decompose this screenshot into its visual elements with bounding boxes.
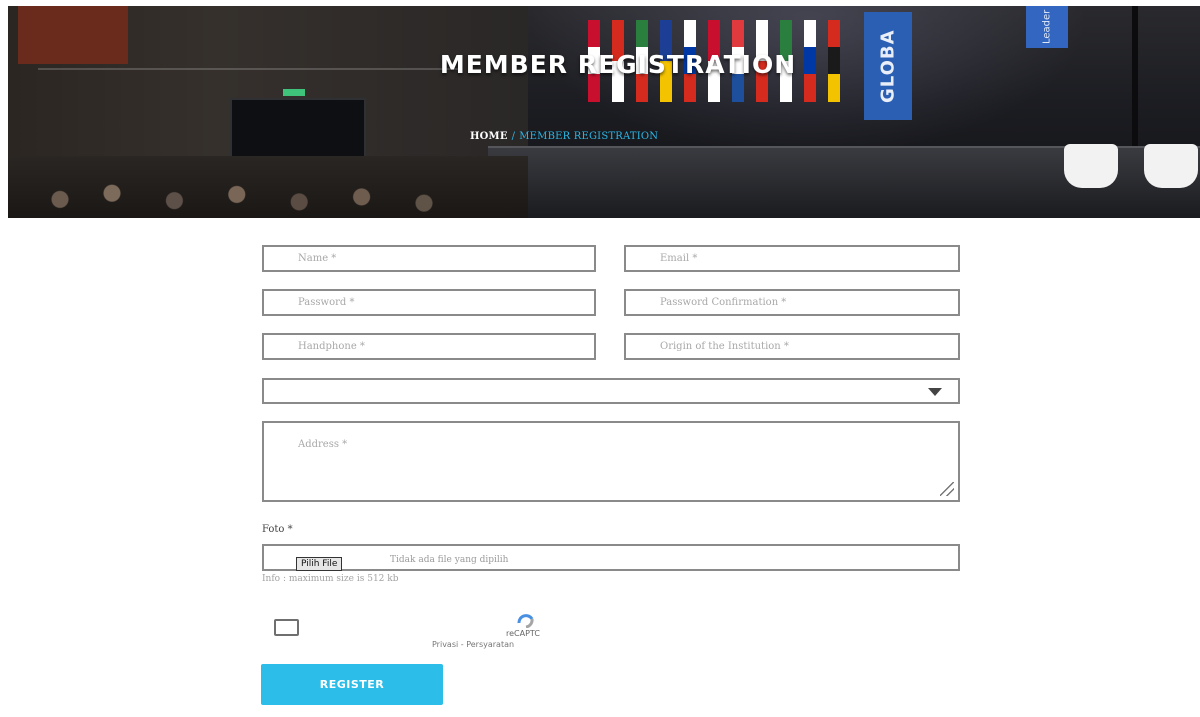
recaptcha-links[interactable]: Privasi - Persyaratan (432, 640, 514, 649)
recaptcha-label: reCAPTC (506, 629, 540, 638)
breadcrumb-separator: / (511, 131, 516, 142)
hero-banner-sign-2: Leader (1026, 6, 1068, 48)
name-field[interactable]: Name * (262, 245, 596, 272)
hero-banner: GLOBA Leader (8, 6, 1200, 218)
hero-banner-sign: GLOBA (864, 12, 912, 120)
foto-label: Foto * (262, 524, 293, 535)
breadcrumb: HOME / MEMBER REGISTRATION (470, 131, 658, 142)
institution-field[interactable]: Origin of the Institution * (624, 333, 960, 360)
foto-file-input[interactable]: Pilih File Tidak ada file yang dipilih (262, 544, 960, 571)
hero-red-panel (18, 6, 128, 64)
password-confirmation-field[interactable]: Password Confirmation * (624, 289, 960, 316)
hero-pole (1132, 6, 1138, 156)
handphone-field[interactable]: Handphone * (262, 333, 596, 360)
exit-sign (283, 89, 305, 96)
register-button[interactable]: REGISTER (261, 664, 443, 705)
choose-file-button[interactable]: Pilih File (296, 557, 343, 571)
category-select[interactable] (262, 378, 960, 404)
address-textarea[interactable]: Address * (262, 421, 960, 502)
recaptcha-checkbox[interactable] (274, 619, 299, 636)
file-size-info: Info : maximum size is 512 kb (262, 574, 399, 584)
page-title: MEMBER REGISTRATION (439, 50, 797, 79)
no-file-text: Tidak ada file yang dipilih (390, 555, 509, 565)
address-placeholder: Address * (298, 439, 348, 450)
breadcrumb-current: MEMBER REGISTRATION (519, 131, 659, 142)
flag (828, 20, 840, 102)
email-field[interactable]: Email * (624, 245, 960, 272)
password-field[interactable]: Password * (262, 289, 596, 316)
stage-chair (1064, 144, 1118, 188)
resize-grip-icon[interactable] (940, 482, 954, 496)
breadcrumb-home[interactable]: HOME (470, 131, 508, 142)
recaptcha-icon (517, 614, 534, 628)
hero-ceiling-light (38, 68, 458, 70)
hero-audience (8, 156, 528, 218)
chevron-down-icon (928, 388, 942, 396)
stage-chair (1144, 144, 1198, 188)
